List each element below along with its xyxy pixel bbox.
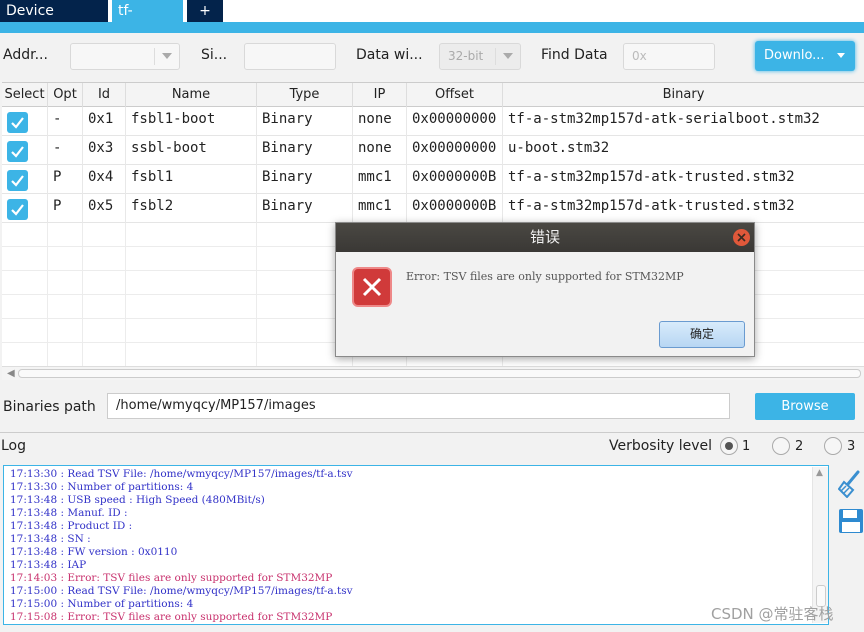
add-tab-button[interactable]: + <box>187 0 223 22</box>
find-data-input[interactable]: 0x <box>623 43 715 70</box>
save-log-icon[interactable] <box>838 508 864 538</box>
column-header[interactable]: Opt <box>48 83 83 107</box>
verbosity-radio-1[interactable] <box>720 437 738 455</box>
data-width-label: Data wi... <box>356 47 423 63</box>
binaries-path-input[interactable]: /home/wmyqcy/MP157/images <box>107 393 730 419</box>
log-line: 17:13:48 : SN : <box>10 533 91 545</box>
verbosity-label: Verbosity level <box>609 438 713 454</box>
select-checkbox[interactable] <box>7 199 28 220</box>
watermark: CSDN @常驻客栈 <box>711 605 834 623</box>
binaries-path-label: Binaries path <box>3 399 96 415</box>
log-line: 17:15:00 : Read TSV File: /home/wmyqcy/M… <box>10 585 353 597</box>
column-header[interactable]: Offset <box>407 83 503 107</box>
browse-button[interactable]: Browse <box>755 393 855 420</box>
log-line: 17:13:48 : Product ID : <box>10 520 133 532</box>
table-row[interactable]: - 0x3 ssbl-boot Binary none 0x00000000 u… <box>2 136 864 165</box>
column-header[interactable]: Type <box>257 83 353 107</box>
checkmark-icon <box>11 117 24 129</box>
size-label: Si... <box>201 47 228 63</box>
dialog-message: Error: TSV files are only supported for … <box>406 270 684 283</box>
dialog-title: 错误 <box>336 223 754 252</box>
tab-device-memory[interactable]: Device memory <box>0 0 108 41</box>
verbosity-radio-2[interactable] <box>772 437 790 455</box>
verbosity-radio-3[interactable] <box>824 437 842 455</box>
select-checkbox[interactable] <box>7 112 28 133</box>
scroll-left-icon[interactable]: ◀ <box>7 368 15 379</box>
checkmark-icon <box>11 146 24 158</box>
checkmark-icon <box>11 204 24 216</box>
log-line-error: 17:15:08 : Error: TSV files are only sup… <box>10 611 333 623</box>
log-line: 17:13:30 : Read TSV File: /home/wmyqcy/M… <box>10 468 353 480</box>
log-line: 17:13:48 : USB speed : High Speed (480MB… <box>10 494 265 506</box>
log-line: 17:13:30 : Number of partitions: 4 <box>10 481 194 493</box>
log-line-error: 17:14:03 : Error: TSV files are only sup… <box>10 572 333 584</box>
table-row[interactable]: - 0x1 fsbl1-boot Binary none 0x00000000 … <box>2 107 864 136</box>
find-data-label: Find Data <box>541 47 608 63</box>
table-header: Select Opt Id Name Type IP Offset Binary <box>2 83 864 107</box>
close-icon[interactable] <box>733 229 750 246</box>
error-dialog: 错误 Error: TSV files are only supported f… <box>335 222 755 357</box>
log-line: 17:13:48 : FW version : 0x0110 <box>10 546 178 558</box>
column-header[interactable]: Name <box>126 83 257 107</box>
scrollbar-thumb[interactable] <box>18 369 861 378</box>
size-input[interactable] <box>244 43 336 70</box>
section-divider <box>0 432 864 433</box>
column-header[interactable]: Id <box>83 83 126 107</box>
chevron-down-icon <box>503 53 513 59</box>
address-combobox[interactable] <box>70 43 180 70</box>
tab-underline <box>0 22 864 33</box>
select-checkbox[interactable] <box>7 170 28 191</box>
table-row[interactable]: P 0x4 fsbl1 Binary mmc1 0x0000000B tf-a-… <box>2 165 864 194</box>
address-label: Addr... <box>3 47 48 63</box>
ok-button[interactable]: 确定 <box>659 321 745 348</box>
data-width-select[interactable]: 32-bit <box>439 43 521 70</box>
column-header[interactable]: Binary <box>503 83 864 107</box>
memory-toolbar: Addr... Si... Data wi... 32-bit Find Dat… <box>0 33 864 81</box>
log-vertical-scrollbar[interactable]: ▲ <box>812 467 828 623</box>
log-output[interactable]: 17:13:30 : Read TSV File: /home/wmyqcy/M… <box>3 465 829 625</box>
chevron-down-icon[interactable] <box>837 53 845 58</box>
scroll-up-icon[interactable]: ▲ <box>816 468 823 478</box>
log-label: Log <box>1 438 27 454</box>
column-header[interactable]: IP <box>353 83 407 107</box>
table-horizontal-scrollbar[interactable]: ◀ <box>2 366 864 380</box>
chevron-down-icon <box>162 53 172 59</box>
error-icon <box>352 267 392 307</box>
log-line: 17:13:48 : IAP <box>10 559 87 571</box>
tab-bar: Device memory tf-a.tsv✕ + <box>0 0 864 41</box>
column-header[interactable]: Select <box>2 83 48 107</box>
checkmark-icon <box>11 175 24 187</box>
table-row[interactable]: P 0x5 fsbl2 Binary mmc1 0x0000000B tf-a-… <box>2 194 864 223</box>
tab-tf-a-tsv[interactable]: tf-a.tsv✕ <box>112 0 183 41</box>
broom-clear-log-icon[interactable] <box>837 470 862 502</box>
download-button[interactable]: Downlo... <box>755 41 855 71</box>
log-line: 17:13:48 : Manuf. ID : <box>10 507 128 519</box>
log-line: 17:15:00 : Number of partitions: 4 <box>10 598 194 610</box>
select-checkbox[interactable] <box>7 141 28 162</box>
